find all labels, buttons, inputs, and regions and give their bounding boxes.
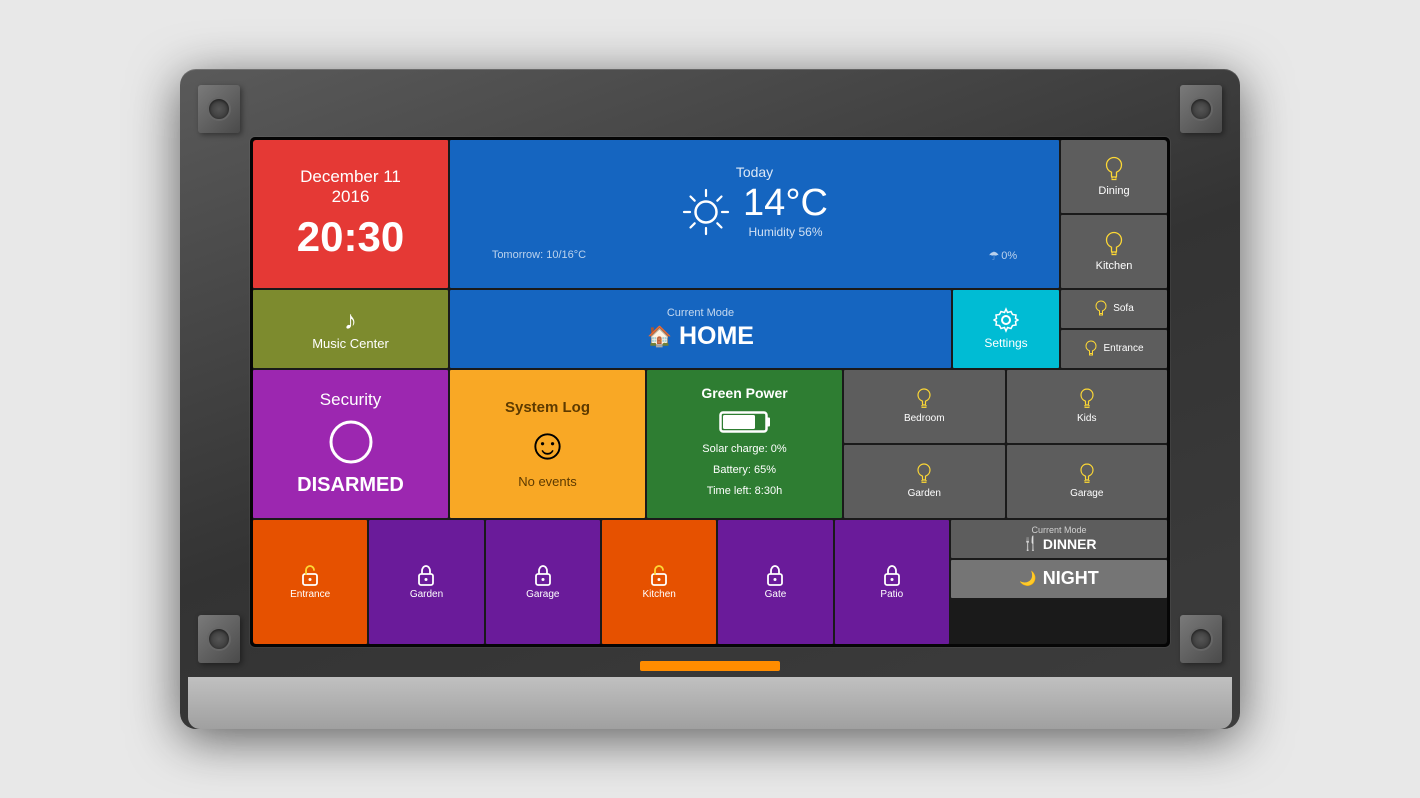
light-garden-tile[interactable]: Garden xyxy=(844,445,1005,518)
padlock-closed-garden-icon xyxy=(416,564,436,586)
mode-header: Current Mode xyxy=(667,307,734,319)
battery-full-icon xyxy=(719,409,771,435)
mode-home-tile[interactable]: Current Mode 🏠 HOME xyxy=(450,290,951,368)
settings-label: Settings xyxy=(984,336,1027,350)
time-left-info: Time left: 8:30h xyxy=(707,481,782,502)
bulb-garden-icon xyxy=(915,463,933,485)
bulb-garage-icon xyxy=(1078,463,1096,485)
mount-bracket-bl xyxy=(198,615,240,663)
music-center-tile[interactable]: ♪ Music Center xyxy=(253,290,448,368)
lock-garden-tile[interactable]: Garden xyxy=(369,520,483,644)
today-label: Today xyxy=(736,164,773,180)
data-connector xyxy=(640,661,780,671)
bulb-entrance-icon xyxy=(1084,340,1098,358)
dinner-mode-header: Current Mode xyxy=(1031,525,1086,535)
mount-bracket-tl xyxy=(198,85,240,133)
lock-kitchen-tile[interactable]: Kitchen xyxy=(602,520,716,644)
device-stand xyxy=(188,677,1232,729)
lock-entrance-tile[interactable]: Entrance xyxy=(253,520,367,644)
mode-dinner-mini[interactable]: Current Mode 🍴 DINNER xyxy=(951,520,1167,558)
clock-display: 20:30 xyxy=(297,213,404,261)
security-heading: Security xyxy=(320,390,381,410)
mount-bracket-br xyxy=(1180,615,1222,663)
weather-tile[interactable]: Today xyxy=(450,140,1059,288)
entrance-right-label: Entrance xyxy=(1103,343,1143,354)
lock-kitchen-name: Kitchen xyxy=(642,589,675,600)
security-tile-main[interactable]: Security DISARMED xyxy=(253,370,448,518)
green-power-heading: Green Power xyxy=(701,385,787,401)
dining-label: Dining xyxy=(1098,185,1129,197)
disarmed-text: DISARMED xyxy=(297,474,404,497)
ui-grid: December 11 2016 20:30 Today xyxy=(253,140,1167,644)
datetime-tile[interactable]: December 11 2016 20:30 xyxy=(253,140,448,288)
dinner-mode-value: 🍴 DINNER xyxy=(1021,535,1096,552)
light-kids-tile[interactable]: Kids xyxy=(1007,370,1168,443)
night-display: 🌙 NIGHT xyxy=(1019,568,1098,589)
date-line1: December 11 xyxy=(300,167,401,187)
kids-label: Kids xyxy=(1077,413,1096,424)
lock-garden-name: Garden xyxy=(410,589,443,600)
bulb-sofa-icon xyxy=(1094,300,1108,318)
lock-patio-tile[interactable]: Patio xyxy=(835,520,949,644)
humidity-display: Humidity 56% xyxy=(743,225,828,239)
music-center-label: Music Center xyxy=(312,336,389,351)
light-sofa-tile[interactable]: Sofa xyxy=(1061,290,1167,328)
light-garage-tile[interactable]: Garage xyxy=(1007,445,1168,518)
green-power-tile-main[interactable]: Green Power Solar charge: 0% Battery: 65… xyxy=(647,370,842,518)
umbrella-icon: ☂ xyxy=(989,249,1000,263)
main-display: December 11 2016 20:30 Today xyxy=(0,0,1420,798)
music-icon: ♪ xyxy=(344,307,357,333)
padlock-closed-gate-icon xyxy=(765,564,785,586)
bulb-dining-icon xyxy=(1104,156,1124,182)
lock-garage-name: Garage xyxy=(526,589,559,600)
garage-label: Garage xyxy=(1070,488,1103,499)
precip-chance: ☂ 0% xyxy=(989,249,1018,263)
padlock-closed-garage-icon xyxy=(533,564,553,586)
padlock-open-entrance-icon xyxy=(300,564,320,586)
smiley-face-icon: ☺ xyxy=(525,420,570,470)
fork-knife-icon: 🍴 xyxy=(1021,535,1038,552)
smart-device: December 11 2016 20:30 Today xyxy=(180,69,1240,729)
crescent-moon-icon: 🌙 xyxy=(1019,570,1036,587)
lock-gate-name: Gate xyxy=(765,589,787,600)
home-mode-display: 🏠 HOME xyxy=(647,322,754,351)
light-dining-tile[interactable]: Dining xyxy=(1061,140,1167,213)
night-mode-tile[interactable]: 🌙 NIGHT xyxy=(951,560,1167,598)
bulb-kids-icon xyxy=(1078,388,1096,410)
lock-gate-tile[interactable]: Gate xyxy=(718,520,832,644)
no-events-text: No events xyxy=(518,474,577,489)
padlock-closed-patio-icon xyxy=(882,564,902,586)
garden-label: Garden xyxy=(908,488,941,499)
syslog-heading: System Log xyxy=(505,399,590,416)
battery-info: Battery: 65% xyxy=(713,460,776,481)
light-kitchen-tile[interactable]: Kitchen xyxy=(1061,215,1167,288)
syslog-tile-main[interactable]: System Log ☺ No events xyxy=(450,370,645,518)
weather-sun-icon xyxy=(681,187,731,237)
padlock-open-kitchen-icon xyxy=(649,564,669,586)
light-bedroom-tile[interactable]: Bedroom xyxy=(844,370,1005,443)
bulb-bedroom-icon xyxy=(915,388,933,410)
light-entrance-right-tile[interactable]: Entrance xyxy=(1061,330,1167,368)
mount-bracket-tr xyxy=(1180,85,1222,133)
lock-garage-tile[interactable]: Garage xyxy=(486,520,600,644)
lock-entrance-name: Entrance xyxy=(290,589,330,600)
security-disarm-icon xyxy=(327,418,375,466)
lock-patio-name: Patio xyxy=(880,589,903,600)
screen-frame: December 11 2016 20:30 Today xyxy=(250,137,1170,647)
temperature-value: 14°C xyxy=(743,184,828,222)
bulb-kitchen-icon xyxy=(1104,231,1124,257)
sofa-label: Sofa xyxy=(1113,303,1134,314)
kitchen-lt-label: Kitchen xyxy=(1096,260,1133,272)
house-icon: 🏠 xyxy=(647,324,672,349)
date-line2: 2016 xyxy=(332,187,370,207)
settings-tile[interactable]: Settings xyxy=(953,290,1059,368)
settings-gear-icon xyxy=(993,307,1019,333)
bedroom-label: Bedroom xyxy=(904,413,945,424)
solar-info: Solar charge: 0% xyxy=(702,439,786,460)
tomorrow-forecast: Tomorrow: 10/16°C xyxy=(492,249,586,263)
